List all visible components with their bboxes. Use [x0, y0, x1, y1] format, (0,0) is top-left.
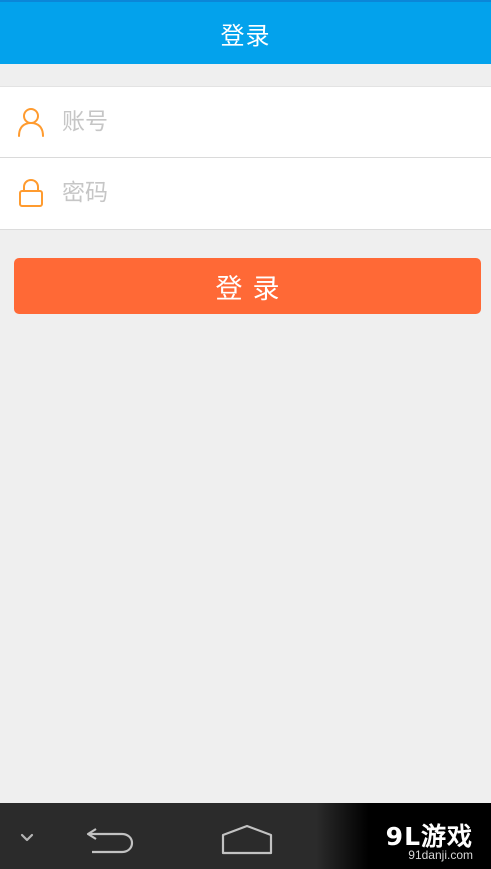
password-input[interactable]: [62, 158, 472, 228]
title-bar: 登录: [0, 2, 491, 64]
home-icon[interactable]: [218, 821, 276, 857]
login-button[interactable]: 登录: [14, 258, 481, 314]
chevron-down-icon[interactable]: [12, 825, 42, 851]
account-row: [0, 87, 491, 157]
login-form: [0, 86, 491, 230]
password-row: [0, 158, 491, 228]
system-navigation-bar: 9L游戏 91danji.com: [0, 803, 491, 869]
login-screen: 登录 登录: [0, 0, 491, 869]
watermark: 9L游戏 91danji.com: [316, 803, 491, 869]
page-title: 登录: [220, 21, 271, 50]
lock-icon: [16, 177, 46, 209]
watermark-url: 91danji.com: [408, 848, 473, 862]
user-icon: [16, 106, 46, 138]
account-input[interactable]: [62, 87, 472, 157]
back-icon[interactable]: [82, 821, 138, 857]
